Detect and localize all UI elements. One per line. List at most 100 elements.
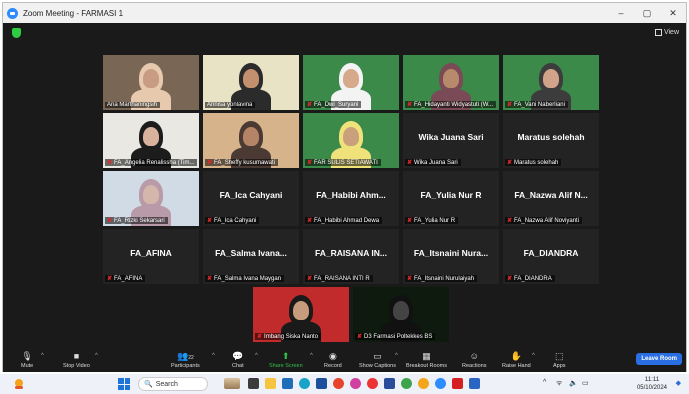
participant-tile[interactable]: Wika Juana Sari ✘ Wika Juana Sari — [403, 113, 499, 168]
close-button[interactable]: ✕ — [660, 3, 686, 23]
participant-name: FA_Vani Naberliani — [514, 101, 565, 108]
participant-face — [543, 69, 559, 88]
participant-tile[interactable]: ✘ FA_Angelia Renalissha (Tim... — [103, 113, 199, 168]
apps-button[interactable]: ⬚ Apps — [553, 351, 566, 369]
participant-tile[interactable]: ✘ D3 Farmasi Poltekkes BS — [353, 287, 449, 342]
participant-name-label: ✘ Maratus solehah — [505, 159, 562, 166]
security-shield-icon[interactable] — [12, 28, 21, 38]
taskbar-clock[interactable]: 11:11 05/10/2024 — [637, 376, 667, 392]
show-captions-button[interactable]: ▭ Show Captions — [359, 351, 396, 369]
participant-tile[interactable]: Ana Marthaningsih — [103, 55, 199, 110]
participant-display-name: FA_Nazwa Alif N... — [514, 190, 588, 200]
participant-tile[interactable]: FA_DIANDRA ✘ FA_DIANDRA — [503, 229, 599, 284]
app-icon[interactable] — [384, 378, 395, 389]
battery-icon[interactable]: ▭ — [582, 379, 589, 387]
opera-icon[interactable] — [367, 378, 378, 389]
participant-tile[interactable]: Annisa yonlavina — [203, 55, 299, 110]
raise-hand-button[interactable]: ✋ Raise Hand — [502, 351, 531, 369]
chrome-icon[interactable] — [418, 378, 429, 389]
participant-face — [343, 69, 359, 88]
participants-options-caret[interactable]: ^ — [212, 353, 215, 359]
window-title: Zoom Meeting - FARMASI 1 — [23, 8, 124, 18]
participant-display-name: FA_DIANDRA — [523, 248, 579, 258]
participant-tile[interactable]: ✘ FA_Dwi_Suryani — [303, 55, 399, 110]
edge-browser-icon[interactable] — [299, 378, 310, 389]
participant-name-label: ✘ FA_Habibi Ahmad Dewa — [305, 217, 383, 224]
audio-options-caret[interactable]: ^ — [41, 353, 44, 359]
chat-options-caret[interactable]: ^ — [255, 353, 258, 359]
stop-video-button[interactable]: ■ Stop Video — [63, 351, 90, 369]
windows-taskbar: 🔍 Search ^ ᯤ 🔈 ▭ 11:11 05/10/2024 ◆ — [0, 374, 689, 394]
record-button[interactable]: ◉ Record — [324, 351, 342, 369]
share-options-caret[interactable]: ^ — [310, 353, 313, 359]
participant-tile[interactable]: Maratus solehah ✘ Maratus solehah — [503, 113, 599, 168]
volume-icon[interactable]: 🔈 — [569, 379, 578, 387]
participant-name: FA_Sheffy kusumawati — [214, 159, 275, 166]
windows-start-icon[interactable] — [118, 378, 130, 390]
mute-button[interactable]: 🎙 Mute — [21, 351, 33, 369]
participant-tile[interactable]: FA_Ica Cahyani ✘ FA_Ica Cahyani — [203, 171, 299, 226]
participants-button[interactable]: 👥22 Participants — [171, 351, 200, 369]
task-view-icon[interactable] — [248, 378, 259, 389]
participant-face — [243, 69, 259, 88]
raise-hand-options-caret[interactable]: ^ — [532, 353, 535, 359]
reactions-smiley-icon: ☺ — [469, 351, 479, 361]
participant-tile[interactable]: ✘ FA_Hidayanti Widyastuti (W... — [403, 55, 499, 110]
captions-options-caret[interactable]: ^ — [395, 353, 398, 359]
participant-name: Wika Juana Sari — [414, 159, 458, 166]
participant-tile[interactable]: FA_Yulia Nur R ✘ FA_Yulia Nur R — [403, 171, 499, 226]
maximize-button[interactable]: ▢ — [634, 3, 660, 23]
zoom-logo-icon — [7, 7, 18, 19]
file-explorer-icon[interactable] — [265, 378, 276, 389]
participant-tile[interactable]: FA_RAISANA IN... ✘ FA_RAISANA INTI R — [303, 229, 399, 284]
participant-tile[interactable]: FA_Habibi Ahm... ✘ FA_Habibi Ahmad Dewa — [303, 171, 399, 226]
zoom-taskbar-icon[interactable] — [435, 378, 446, 389]
participant-tile[interactable]: FA_Nazwa Alif N... ✘ FA_Nazwa Alif Noviyan… — [503, 171, 599, 226]
participant-tile[interactable]: ✘ FAR SULIS SETIAWATI — [303, 113, 399, 168]
participant-name-label: ✘ D3 Farmasi Poltekkes BS — [355, 333, 436, 340]
meeting-toolbar: 🎙 Mute ^ ■ Stop Video ^ 👥22 Participants… — [3, 348, 686, 372]
participant-name-label: ✘ FA_AFINA — [105, 275, 146, 282]
pdf-reader-icon[interactable] — [452, 378, 463, 389]
participant-display-name: FA_Salma Ivana... — [215, 248, 287, 258]
participant-tile[interactable]: ✘ FA_Rizki Sekarsari — [103, 171, 199, 226]
chrome-icon[interactable] — [401, 378, 412, 389]
participant-name: FA_Ica Cahyani — [214, 217, 257, 224]
view-button[interactable]: View — [654, 29, 679, 36]
app-icon[interactable] — [469, 378, 480, 389]
weather-icon[interactable] — [12, 377, 26, 391]
participant-tile[interactable]: FA_Salma Ivana... ✘ FA_Salma Ivana Maygan — [203, 229, 299, 284]
participant-name-label: ✘ FA_Yulia Nur R — [405, 217, 459, 224]
participant-tile[interactable]: ✘ Imbang Siska Nanto — [253, 287, 349, 342]
participant-name-label: ✘ FAR SULIS SETIAWATI — [305, 159, 381, 166]
notification-icon[interactable]: ◆ — [676, 379, 681, 387]
taskbar-search[interactable]: 🔍 Search — [138, 377, 208, 391]
share-screen-label: Share Screen — [269, 363, 303, 369]
participant-tile[interactable]: ✘ FA_Sheffy kusumawati — [203, 113, 299, 168]
leave-room-button[interactable]: Leave Room — [636, 353, 682, 365]
breakout-rooms-button[interactable]: ▦ Breakout Rooms — [406, 351, 447, 369]
wifi-icon[interactable]: ᯤ — [556, 379, 562, 388]
app-icon[interactable] — [333, 378, 344, 389]
store-icon[interactable] — [282, 378, 293, 389]
participant-name-label: ✘ FA_Vani Naberliani — [505, 101, 568, 108]
participant-display-name: FA_AFINA — [130, 248, 172, 258]
share-screen-button[interactable]: ⬆ Share Screen — [269, 351, 303, 369]
muted-microphone-icon: ✘ — [207, 276, 213, 282]
reactions-button[interactable]: ☺ Reactions — [462, 351, 486, 369]
chat-button[interactable]: 💬 Chat — [232, 351, 244, 369]
participant-tile[interactable]: FA_AFINA ✘ FA_AFINA — [103, 229, 199, 284]
video-options-caret[interactable]: ^ — [95, 353, 98, 359]
participant-face — [393, 301, 409, 320]
participant-tile[interactable]: ✘ FA_Vani Naberliani — [503, 55, 599, 110]
tray-overflow-icon[interactable]: ^ — [543, 379, 546, 386]
participant-tile[interactable]: FA_Itsnaini Nura... ✘ FA_Itsnaini Nurulaiy… — [403, 229, 499, 284]
minimize-button[interactable]: – — [608, 3, 634, 23]
word-icon[interactable] — [316, 378, 327, 389]
participant-face — [343, 127, 359, 146]
news-widget-icon[interactable] — [224, 378, 240, 389]
muted-microphone-icon: ✘ — [307, 102, 313, 108]
muted-microphone-icon: ✘ — [207, 160, 213, 166]
participant-name-label: ✘ FA_Nazwa Alif Noviyanti — [505, 217, 583, 224]
app-icon[interactable] — [350, 378, 361, 389]
